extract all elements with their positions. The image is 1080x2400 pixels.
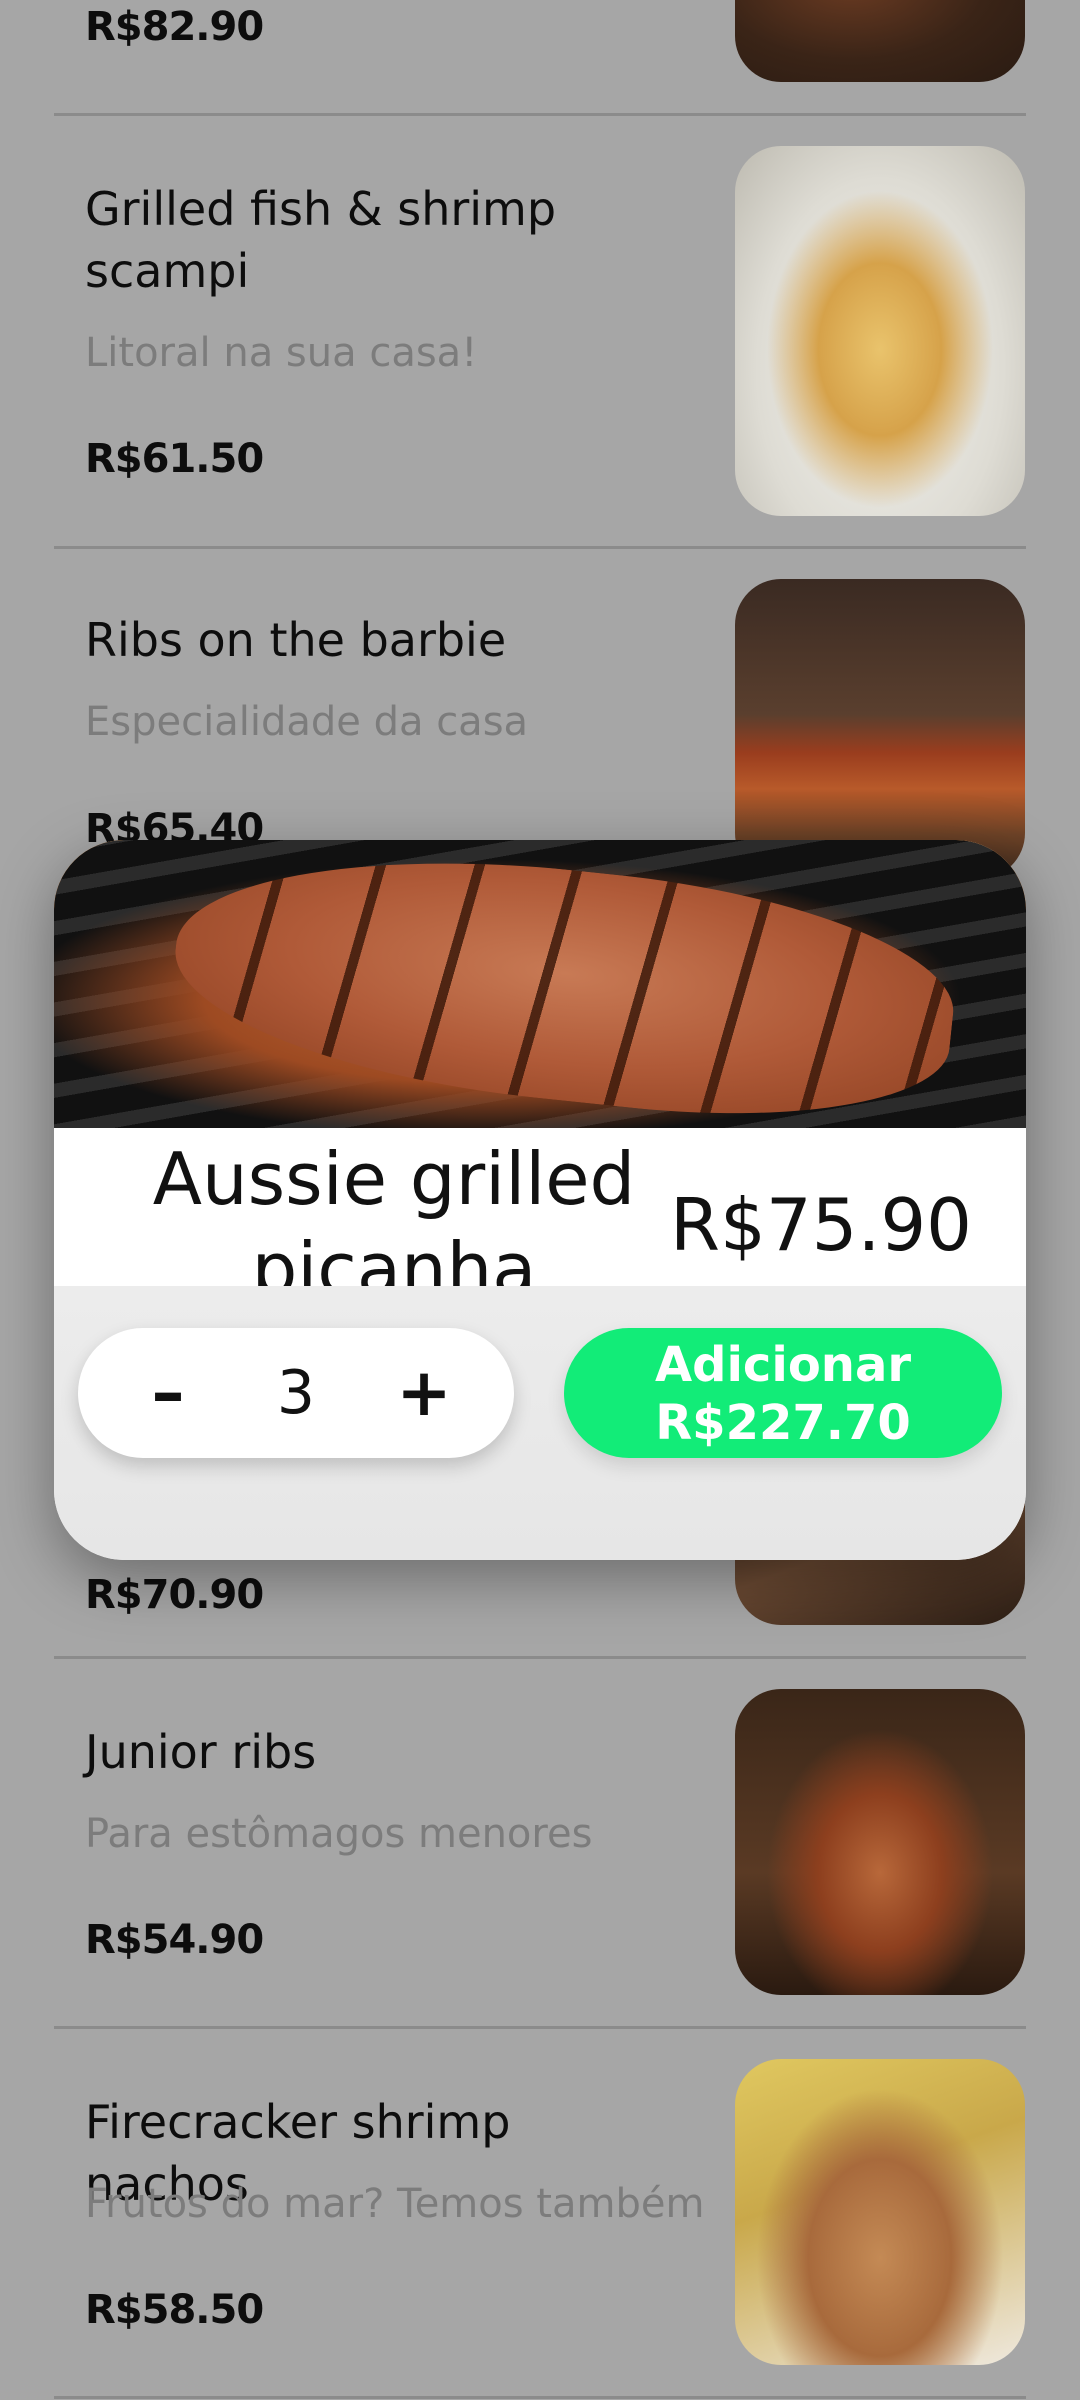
- menu-item-name: Junior ribs: [85, 1725, 317, 1779]
- quantity-stepper: – 3 +: [78, 1328, 514, 1458]
- picanha-grill-photo: [54, 840, 1026, 1141]
- menu-item-description: Frutos do mar? Temos também: [85, 2181, 705, 2227]
- menu-item-description: Especialidade da casa: [85, 699, 529, 745]
- add-button-label: Adicionar: [654, 1337, 912, 1393]
- add-button-total: R$227.70: [655, 1395, 911, 1451]
- add-to-cart-button[interactable]: Adicionar R$227.70: [564, 1328, 1002, 1458]
- menu-item[interactable]: Ribs on the barbie Especialidade da casa…: [0, 549, 1080, 879]
- dialog-actions: – 3 + Adicionar R$227.70: [54, 1286, 1026, 1560]
- steak-photo: [735, 0, 1025, 82]
- menu-item[interactable]: R$82.90: [0, 0, 1080, 116]
- menu-item-description: Litoral na sua casa!: [85, 330, 478, 376]
- product-info: Aussie grilled picanha R$75.90: [54, 1128, 1026, 1311]
- menu-item-name: Grilled fish & shrimp scampi: [85, 182, 557, 298]
- decrease-quantity-button[interactable]: –: [113, 1328, 223, 1458]
- menu-item-price: R$58.50: [85, 2287, 264, 2333]
- menu-item[interactable]: Grilled fish & shrimp scampi Litoral na …: [0, 116, 1080, 546]
- menu-item-price: R$70.90: [85, 1572, 264, 1618]
- nachos-photo: [735, 2059, 1025, 2365]
- menu-item-price: R$54.90: [85, 1917, 264, 1963]
- junior-ribs-photo: [735, 1689, 1025, 1995]
- quantity-value: 3: [276, 1358, 316, 1428]
- fish-shrimp-photo: [735, 146, 1025, 516]
- menu-item-description: Para estômagos menores: [85, 1811, 593, 1857]
- product-price: R$75.90: [670, 1183, 972, 1267]
- ribs-photo: [735, 579, 1025, 879]
- divider: [54, 2396, 1026, 2399]
- menu-item[interactable]: Firecracker shrimp nachos Frutos do mar?…: [0, 2029, 1080, 2399]
- product-dialog: Aussie grilled picanha R$75.90 – 3 + Adi…: [54, 840, 1026, 1560]
- menu-item-name: Ribs on the barbie: [85, 613, 507, 667]
- menu-item-price: R$82.90: [85, 4, 264, 50]
- menu-item-price: R$61.50: [85, 436, 264, 482]
- increase-quantity-button[interactable]: +: [369, 1328, 479, 1458]
- menu-item[interactable]: Junior ribs Para estômagos menores R$54.…: [0, 1659, 1080, 2029]
- steak-shape: [164, 840, 964, 1141]
